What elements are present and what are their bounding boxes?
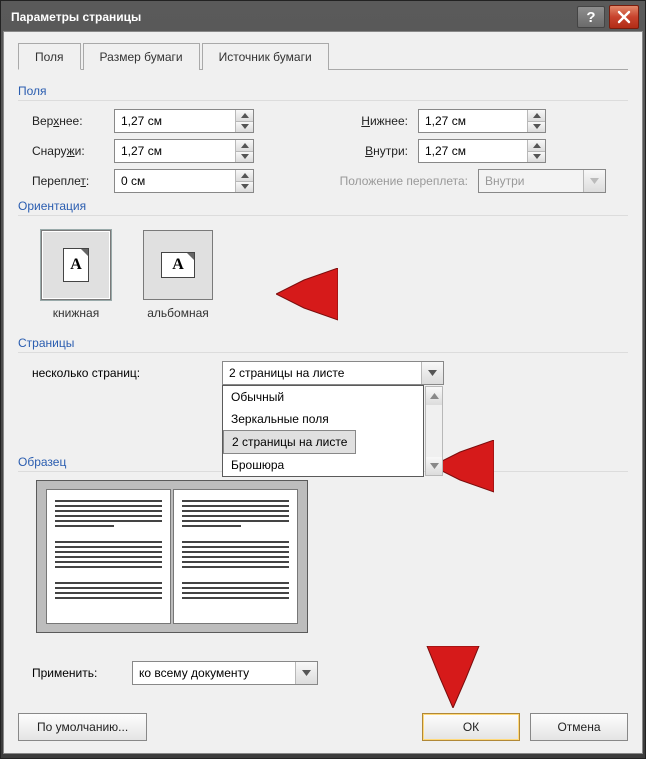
label-inside: Внутри: — [308, 144, 418, 158]
gutter-position-dropdown-icon — [583, 170, 605, 192]
label-gutter: Переплет: — [18, 174, 114, 188]
spin-outside-up[interactable] — [236, 140, 253, 152]
input-top[interactable] — [115, 110, 235, 132]
dropdown-scroll-down[interactable] — [426, 457, 442, 475]
select-multiple-pages[interactable]: 2 страницы на листе — [222, 361, 444, 385]
orientation-landscape[interactable]: A альбомная — [138, 230, 218, 320]
gutter-position-value: Внутри — [479, 174, 583, 188]
select-apply-to[interactable]: ко всему документу — [132, 661, 318, 685]
titlebar: Параметры страницы ? — [3, 3, 643, 31]
spin-gutter-up[interactable] — [236, 170, 253, 182]
close-icon — [617, 10, 631, 24]
select-gutter-position: Внутри — [478, 169, 606, 193]
button-bar: По умолчанию... ОК Отмена — [18, 713, 628, 741]
spin-bottom[interactable] — [418, 109, 546, 133]
preview-page-right — [173, 489, 298, 624]
orientation-landscape-box[interactable]: A — [143, 230, 213, 300]
dropdown-scrollbar[interactable] — [425, 386, 443, 476]
cancel-button[interactable]: Отмена — [530, 713, 628, 741]
dropdown-item-normal[interactable]: Обычный — [223, 386, 423, 408]
default-button[interactable]: По умолчанию... — [18, 713, 147, 741]
spin-top[interactable] — [114, 109, 254, 133]
spin-top-down[interactable] — [236, 122, 253, 133]
window-title: Параметры страницы — [11, 10, 573, 24]
multiple-pages-dropdown-button[interactable] — [421, 362, 443, 384]
label-top: Верхнее: — [18, 114, 114, 128]
landscape-sheet-icon: A — [161, 252, 195, 278]
ok-button[interactable]: ОК — [422, 713, 520, 741]
spin-top-up[interactable] — [236, 110, 253, 122]
tab-paper-size[interactable]: Размер бумаги — [83, 43, 200, 70]
spin-gutter[interactable] — [114, 169, 254, 193]
apply-to-dropdown-button[interactable] — [295, 662, 317, 684]
client-area: Поля Размер бумаги Источник бумаги Поля … — [3, 31, 643, 754]
group-orientation-label: Ориентация — [18, 199, 628, 216]
label-outside: Снаружи: — [18, 144, 114, 158]
dropdown-scroll-up[interactable] — [426, 387, 442, 405]
dropdown-item-two-per-sheet[interactable]: 2 страницы на листе — [223, 430, 356, 454]
close-button[interactable] — [609, 5, 639, 29]
spin-outside[interactable] — [114, 139, 254, 163]
spin-bottom-up[interactable] — [528, 110, 545, 122]
multiple-pages-value: 2 страницы на листе — [223, 366, 421, 380]
input-bottom[interactable] — [419, 110, 527, 132]
portrait-sheet-icon: A — [63, 248, 89, 282]
dropdown-scroll-track[interactable] — [426, 405, 442, 457]
orientation-landscape-label: альбомная — [147, 306, 209, 320]
orientation-portrait-box[interactable]: A — [41, 230, 111, 300]
tabstrip: Поля Размер бумаги Источник бумаги — [18, 42, 628, 70]
spin-bottom-down[interactable] — [528, 122, 545, 133]
input-outside[interactable] — [115, 140, 235, 162]
preview-page-left — [46, 489, 171, 624]
label-multiple-pages: несколько страниц: — [32, 366, 222, 380]
input-inside[interactable] — [419, 140, 527, 162]
orientation-portrait-label: книжная — [53, 306, 99, 320]
orientation-portrait[interactable]: A книжная — [36, 230, 116, 320]
group-margins-label: Поля — [18, 84, 628, 101]
spin-inside-up[interactable] — [528, 140, 545, 152]
tab-margins[interactable]: Поля — [18, 43, 81, 70]
dropdown-item-booklet[interactable]: Брошюра — [223, 454, 423, 476]
label-apply: Применить: — [32, 666, 132, 680]
multiple-pages-dropdown[interactable]: Обычный Зеркальные поля 2 страницы на ли… — [222, 385, 424, 477]
spin-inside-down[interactable] — [528, 152, 545, 163]
label-gutter-position: Положение переплета: — [308, 174, 478, 188]
help-button[interactable]: ? — [577, 6, 605, 28]
preview — [36, 480, 308, 633]
spin-gutter-down[interactable] — [236, 182, 253, 193]
spin-outside-down[interactable] — [236, 152, 253, 163]
dialog-window: Параметры страницы ? Поля Размер бумаги … — [0, 0, 646, 759]
spin-inside[interactable] — [418, 139, 546, 163]
group-pages-label: Страницы — [18, 336, 628, 353]
tab-paper-source[interactable]: Источник бумаги — [202, 43, 329, 70]
apply-to-value: ко всему документу — [133, 666, 295, 680]
label-bottom: Нижнее: — [308, 114, 418, 128]
input-gutter[interactable] — [115, 170, 235, 192]
dropdown-item-mirror[interactable]: Зеркальные поля — [223, 408, 423, 430]
